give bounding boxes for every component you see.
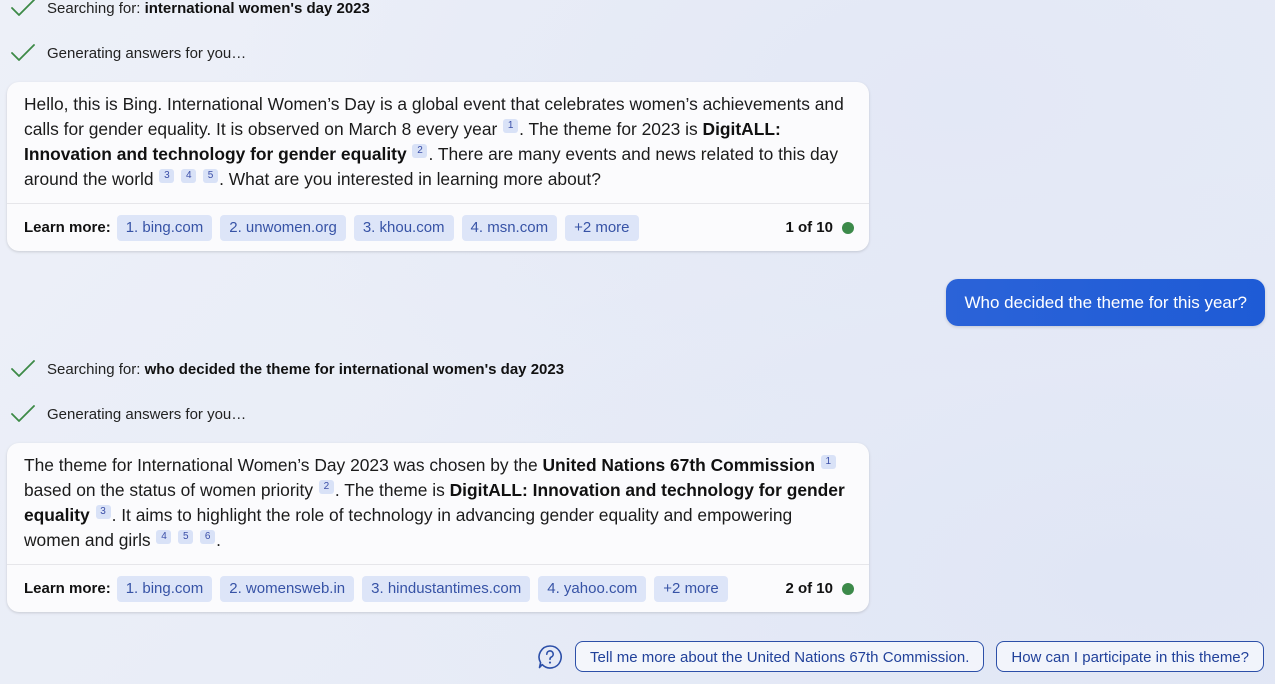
citation-5[interactable]: 5 — [203, 169, 219, 183]
answer-segment: . What are you interested in learning mo… — [219, 169, 601, 189]
search-status-1: Searching for: international women's day… — [10, 0, 370, 17]
citation-2[interactable]: 2 — [318, 480, 334, 494]
response-counter: 1 of 10 — [785, 219, 854, 236]
answer-segment: . — [216, 530, 222, 550]
search-prefix: Searching for: — [47, 360, 141, 378]
generating-text: Generating answers for you… — [47, 405, 247, 423]
check-icon — [11, 0, 35, 16]
search-status-2: Searching for: who decided the theme for… — [10, 360, 564, 378]
answer-segment: . It aims to highlight the role of techn… — [24, 505, 793, 550]
citation-5[interactable]: 5 — [178, 530, 194, 544]
suggestion-button[interactable]: How can I participate in this theme? — [996, 641, 1264, 672]
answer-card-1: Hello, this is Bing. International Women… — [7, 82, 869, 251]
answer-card-2: The theme for International Women’s Day … — [7, 443, 869, 612]
check-icon — [11, 44, 35, 61]
green-dot-icon — [842, 221, 854, 234]
citation-6[interactable]: 6 — [200, 530, 216, 544]
more-sources-chip[interactable]: +2 more — [565, 214, 639, 241]
citation-4[interactable]: 4 — [181, 169, 197, 183]
suggestion-row: Tell me more about the United Nations 67… — [537, 641, 1264, 672]
source-chip[interactable]: 1. bing.com — [116, 214, 213, 241]
search-query: who decided the theme for international … — [144, 360, 565, 378]
green-dot-icon — [842, 582, 854, 595]
search-prefix: Searching for: — [47, 0, 141, 17]
check-icon — [11, 405, 35, 422]
user-message-bubble: Who decided the theme for this year? — [946, 279, 1265, 326]
citation-1[interactable]: 1 — [503, 119, 519, 133]
learn-more-label: Learn more: — [24, 580, 111, 597]
source-chip[interactable]: 4. yahoo.com — [538, 575, 647, 602]
answer-bold: United Nations 67th Commission — [542, 455, 815, 475]
source-chip[interactable]: 3. hindustantimes.com — [362, 575, 531, 602]
source-chip[interactable]: 1. bing.com — [116, 575, 213, 602]
source-chip[interactable]: 2. womensweb.in — [220, 575, 355, 602]
question-circle-icon[interactable] — [537, 644, 563, 670]
source-chip[interactable]: 2. unwomen.org — [220, 214, 346, 241]
generating-status-2: Generating answers for you… — [10, 405, 246, 423]
answer-segment: The theme for International Women’s Day … — [24, 455, 543, 475]
citation-4[interactable]: 4 — [156, 530, 172, 544]
citation-3[interactable]: 3 — [159, 169, 175, 183]
answer-segment: . The theme for 2023 is — [519, 119, 703, 139]
learn-more-bar: Learn more: 1. bing.com 2. unwomen.org 3… — [7, 203, 869, 251]
answer-text: Hello, this is Bing. International Women… — [7, 82, 869, 203]
response-count-text: 1 of 10 — [785, 219, 833, 236]
response-count-text: 2 of 10 — [785, 580, 833, 597]
generating-status-1: Generating answers for you… — [10, 44, 246, 62]
citation-2[interactable]: 2 — [412, 144, 428, 158]
source-chip[interactable]: 3. khou.com — [353, 214, 454, 241]
citation-1[interactable]: 1 — [820, 455, 836, 469]
search-query: international women's day 2023 — [144, 0, 370, 17]
learn-more-label: Learn more: — [24, 219, 111, 236]
answer-text: The theme for International Women’s Day … — [7, 443, 869, 564]
generating-text: Generating answers for you… — [47, 44, 247, 62]
answer-segment: . The theme is — [334, 480, 450, 500]
response-counter: 2 of 10 — [785, 580, 854, 597]
learn-more-bar: Learn more: 1. bing.com 2. womensweb.in … — [7, 564, 869, 612]
citation-3[interactable]: 3 — [95, 505, 111, 519]
answer-segment: based on the status of women priority — [24, 480, 314, 500]
check-icon — [11, 360, 35, 377]
source-chip[interactable]: 4. msn.com — [461, 214, 558, 241]
more-sources-chip[interactable]: +2 more — [654, 575, 728, 602]
suggestion-button[interactable]: Tell me more about the United Nations 67… — [575, 641, 985, 672]
